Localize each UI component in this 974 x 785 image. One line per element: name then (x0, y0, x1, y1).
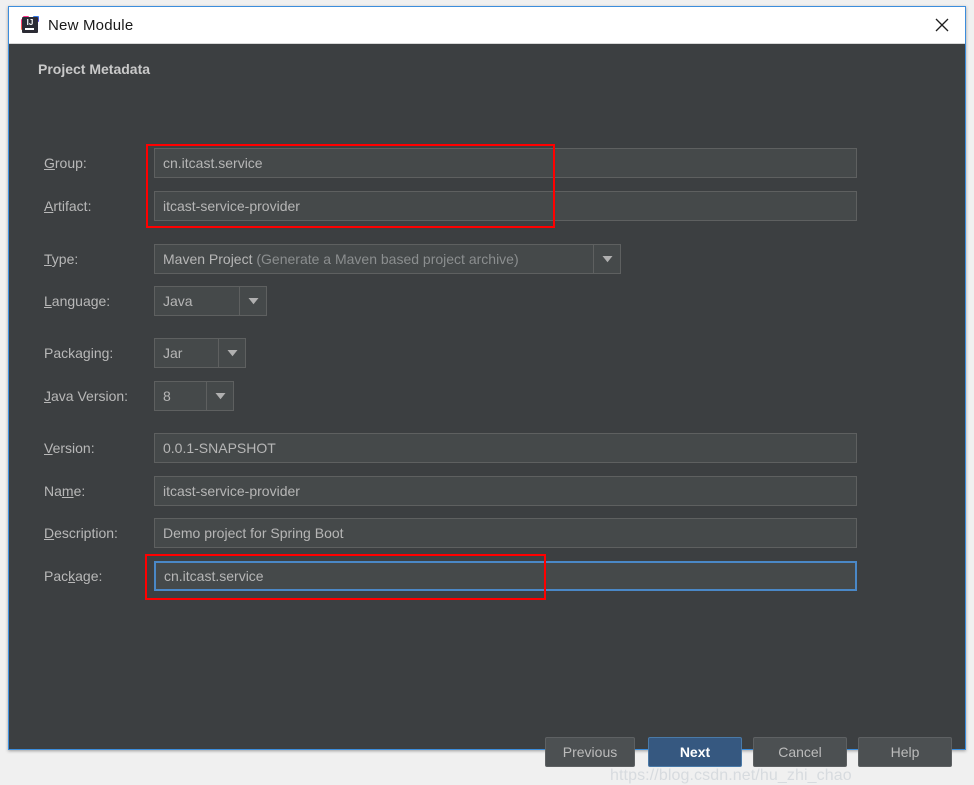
close-icon (935, 18, 949, 32)
dropdown-value-java-version: 8 (155, 382, 206, 410)
label-artifact: Artifact: (44, 198, 92, 214)
form-row-description: Description: Demo project for Spring Boot (9, 518, 965, 548)
form-row-packaging: Packaging: Jar (9, 338, 965, 368)
form-row-language: Language: Java (9, 286, 965, 316)
intellij-idea-icon: IJ (21, 16, 39, 34)
form-row-type: Type: Maven Project (Generate a Maven bas… (9, 244, 965, 274)
dropdown-value-packaging: Jar (155, 339, 218, 367)
section-title: Project Metadata (38, 61, 151, 77)
cancel-button[interactable]: Cancel (753, 737, 847, 767)
new-module-dialog: IJ New Module Project Metadata Group: cn.… (8, 6, 966, 784)
label-language: Language: (44, 293, 111, 309)
dropdown-java-version[interactable]: 8 (154, 381, 234, 411)
help-button[interactable]: Help (858, 737, 952, 767)
next-button[interactable]: Next (648, 737, 742, 767)
input-description[interactable]: Demo project for Spring Boot (154, 518, 857, 548)
form-row-version: Version: 0.0.1-SNAPSHOT (9, 433, 965, 463)
app-icon-text: IJ (26, 18, 34, 27)
dropdown-selected-java-version: 8 (163, 388, 171, 404)
form-row-artifact: Artifact: itcast-service-provider (9, 191, 965, 221)
label-packaging: Packaging: (44, 345, 114, 361)
dropdown-selected-language: Java (163, 293, 193, 309)
watermark-text: https://blog.csdn.net/hu_zhi_chao (610, 767, 852, 784)
label-description: Description: (44, 525, 118, 541)
label-group: Group: (44, 155, 87, 171)
input-group[interactable]: cn.itcast.service (154, 148, 857, 178)
title-bar: IJ New Module (9, 7, 965, 44)
dialog-body: Project Metadata Group: cn.itcast.service… (9, 44, 965, 784)
dropdown-hint-type: (Generate a Maven based project archive) (256, 251, 519, 267)
dialog-button-bar: Previous Next Cancel Help (9, 737, 965, 769)
chevron-down-icon[interactable] (206, 382, 233, 410)
chevron-down-icon[interactable] (218, 339, 245, 367)
label-package: Package: (44, 568, 103, 584)
form-row-name: Name: itcast-service-provider (9, 476, 965, 506)
input-package[interactable]: cn.itcast.service (154, 561, 857, 591)
input-version[interactable]: 0.0.1-SNAPSHOT (154, 433, 857, 463)
dropdown-value-type: Maven Project (Generate a Maven based pr… (155, 245, 593, 273)
dropdown-value-language: Java (155, 287, 239, 315)
chevron-down-icon[interactable] (593, 245, 620, 273)
dropdown-packaging[interactable]: Jar (154, 338, 246, 368)
close-button[interactable] (919, 7, 965, 43)
input-artifact[interactable]: itcast-service-provider (154, 191, 857, 221)
dropdown-language[interactable]: Java (154, 286, 267, 316)
dropdown-selected-packaging: Jar (163, 345, 183, 361)
label-version: Version: (44, 440, 95, 456)
chevron-down-icon[interactable] (239, 287, 266, 315)
dropdown-type[interactable]: Maven Project (Generate a Maven based pr… (154, 244, 621, 274)
previous-button[interactable]: Previous (545, 737, 635, 767)
dropdown-selected-type: Maven Project (163, 251, 253, 267)
form-row-package: Package: cn.itcast.service (9, 561, 965, 591)
label-java-version: Java Version: (44, 388, 129, 404)
form-row-java-version: Java Version: 8 (9, 381, 965, 411)
input-name[interactable]: itcast-service-provider (154, 476, 857, 506)
label-type: Type: (44, 251, 79, 267)
window-title: New Module (48, 16, 134, 34)
label-name: Name: (44, 483, 86, 499)
form-row-group: Group: cn.itcast.service (9, 148, 965, 178)
